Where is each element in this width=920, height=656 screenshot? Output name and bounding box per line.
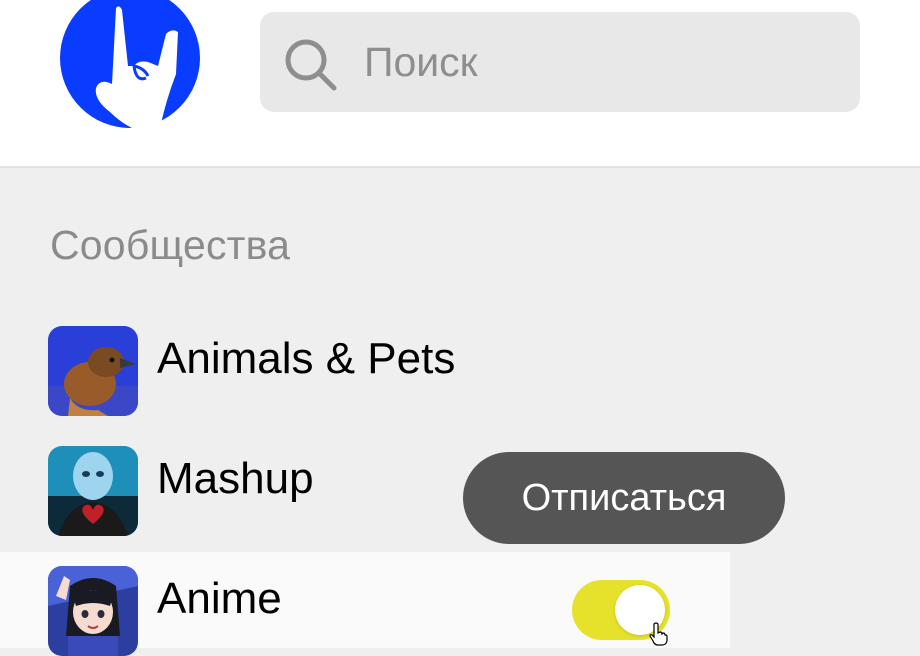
mashup-avatar [48, 446, 138, 536]
search-icon [285, 39, 337, 91]
community-name: Mashup [157, 454, 314, 503]
community-item-animals-pets[interactable]: Animals & Pets [0, 312, 730, 416]
top-header [0, 0, 920, 168]
rock-hand-logo-icon[interactable] [58, 0, 202, 132]
toggle-knob [615, 585, 665, 635]
community-name: Animals & Pets [157, 334, 456, 383]
search-bar[interactable] [260, 12, 860, 112]
unsubscribe-tooltip: Отписаться [463, 452, 785, 544]
bird-avatar [48, 326, 138, 416]
community-name: Anime [157, 574, 282, 623]
search-input[interactable] [364, 12, 844, 112]
communities-heading: Сообщества [50, 222, 291, 268]
subscription-toggle[interactable] [572, 580, 670, 640]
anime-avatar [48, 566, 138, 656]
